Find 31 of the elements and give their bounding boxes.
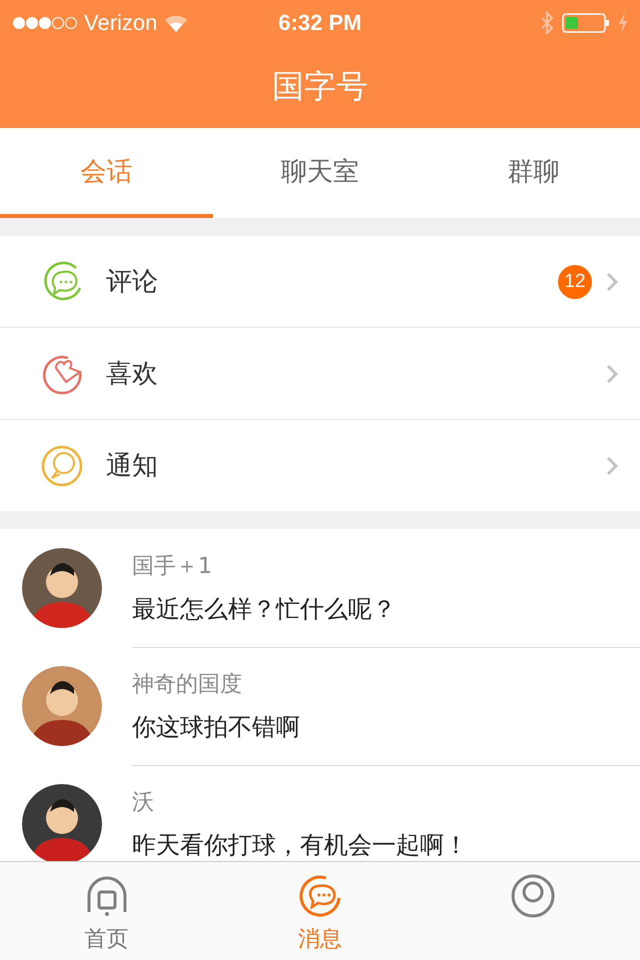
battery-icon xyxy=(562,13,610,33)
menu-row[interactable]: 通知 xyxy=(0,420,640,511)
status-time: 6:32 PM xyxy=(278,10,362,36)
chevron-icon xyxy=(606,272,618,292)
chevron-icon xyxy=(606,364,618,384)
count-badge: 12 xyxy=(558,264,592,298)
charging-icon xyxy=(618,12,628,34)
conversation-row[interactable]: 沃 昨天看你打球，有机会一起啊！ xyxy=(0,765,640,861)
message-preview: 你这球拍不错啊 xyxy=(132,712,301,742)
menu-row[interactable]: 喜欢 xyxy=(0,328,640,420)
row-label: 喜欢 xyxy=(106,358,159,391)
page-title: 国字号 xyxy=(272,66,368,107)
tab[interactable]: 聊天室 xyxy=(213,128,427,218)
contact-name: 神奇的国度 xyxy=(132,670,243,698)
tab[interactable]: 群聊 xyxy=(426,128,640,218)
profile-icon xyxy=(509,872,558,920)
message-preview: 最近怎么样？忙什么呢？ xyxy=(132,594,397,624)
contact-name: 沃 xyxy=(132,789,155,817)
conversation-row[interactable]: 国手＋1 最近怎么样？忙什么呢？ xyxy=(0,529,640,647)
row-label: 通知 xyxy=(106,450,159,483)
message-preview: 昨天看你打球，有机会一起啊！ xyxy=(132,830,469,861)
row-label: 评论 xyxy=(106,266,159,299)
wifi-icon xyxy=(163,13,190,33)
conversation-row[interactable]: 神奇的国度 你这球拍不错啊 xyxy=(0,647,640,765)
chevron-icon xyxy=(606,456,618,476)
tab-bar-item[interactable]: 首页 xyxy=(0,862,214,960)
signal-icon xyxy=(12,16,78,30)
carrier-name: Verizon xyxy=(84,10,158,36)
contact-name: 国手＋1 xyxy=(132,552,213,580)
menu-row[interactable]: 评论 12 xyxy=(0,236,640,328)
bluetooth-icon xyxy=(540,11,554,35)
